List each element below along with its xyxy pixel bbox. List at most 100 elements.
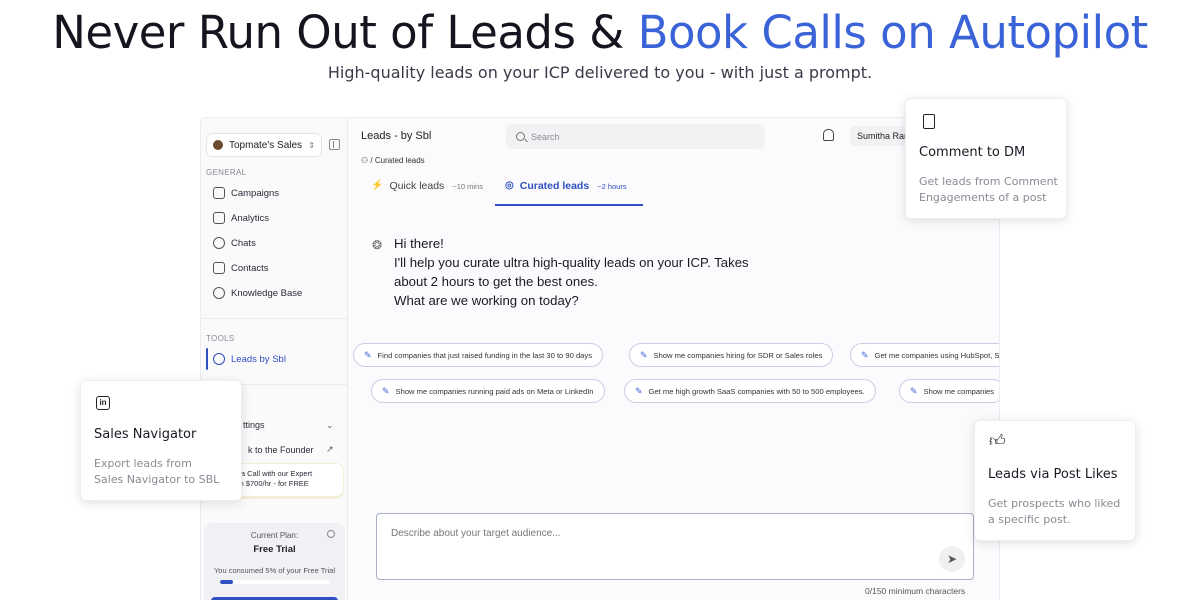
plan-label: Current Plan: [250,531,299,540]
sparkle-pen-icon: ✎ [364,349,372,360]
search-icon [516,132,525,141]
talk-to-founder-item[interactable]: k to the Founder [248,445,314,455]
card-description: Get leads from Comment Engagements of a … [919,175,1058,204]
user-plus-icon [213,353,225,365]
sparkle-pen-icon: ✎ [861,349,869,360]
settings-item[interactable]: ttings [243,420,265,430]
sidebar-item-label: Knowledge Base [231,287,303,299]
sidebar-item-label: Analytics [231,212,270,224]
suggestion-chip[interactable]: ✎ Find companies that just raised fundin… [353,343,603,367]
plan-progress-fill [220,580,234,584]
plan-consumed: You consumed 5% of your Free Trial [213,566,336,575]
brain-icon: ❂ [372,238,383,252]
sidebar-item-label: Chats [231,237,256,249]
hero-title-main: Never Run Out of Leads & [52,6,638,59]
target-icon: ◎ [505,180,514,191]
thumbs-up-icon: 👍︎ [989,433,1006,450]
user-plus-icon: ⚇ [361,156,369,165]
grid-icon [213,212,225,224]
suggestion-chip[interactable]: ✎ Show me companies [899,379,999,403]
tab-curated-leads[interactable]: ◎ Curated leads ~2 hours [505,180,627,206]
chip-label: Get me high growth SaaS companies with 5… [648,386,865,396]
card-title: Sales Navigator [94,427,197,442]
chip-label: Show me companies hiring for SDR or Sale… [653,350,823,360]
suggestion-chip[interactable]: ✎ Show me companies hiring for SDR or Sa… [629,343,834,367]
sparkle-pen-icon: ✎ [635,385,643,396]
plan-name: Free Trial [253,544,296,555]
tab-quick-leads[interactable]: ⚡ Quick leads ~10 mins [371,180,483,206]
chip-label: Find companies that just raised funding … [377,350,592,360]
message-line: about 2 hours to get the best ones. [394,274,598,289]
card-title: Leads via Post Likes [988,467,1118,482]
bolt-icon: ⚡ [371,180,384,191]
app-window: Topmate's Sales ⇕ GENERAL Campaigns Anal… [200,117,1000,600]
sidebar: Topmate's Sales ⇕ GENERAL Campaigns Anal… [201,118,348,600]
chip-label: Show me companies running paid ads on Me… [395,386,594,396]
plan-progress-track [220,580,330,584]
sidebar-item-chats[interactable]: Chats [213,233,338,253]
sidebar-item-leads-by-sbl[interactable]: Leads by Sbl [213,349,338,369]
hero-title-accent: Book Calls on Autopilot [637,6,1149,59]
workspace-switcher[interactable]: Topmate's Sales ⇕ [206,133,322,157]
tab-time: ~2 hours [597,182,627,191]
hero-subtitle: High-quality leads on your ICP delivered… [327,63,873,82]
sidebar-item-analytics[interactable]: Analytics [213,208,338,228]
brain-icon [213,287,225,299]
sparkle-pen-icon: ✎ [640,349,648,360]
search-placeholder: Search [531,131,560,142]
promo-line-1: k a Call with our Expert [235,469,313,478]
chip-label: Get me companies using HubSpot, S [874,350,1000,360]
general-section-label: GENERAL [206,168,247,177]
sidebar-item-campaigns[interactable]: Campaigns [213,183,338,203]
promo-line-2: rth $700/hr - for FREE [235,479,309,488]
chevron-down-icon: ⌄ [326,420,334,430]
sidebar-item-contacts[interactable]: Contacts [213,258,338,278]
sidebar-item-label: Leads by Sbl [231,353,286,365]
chevron-updown-icon: ⇕ [308,140,315,150]
search-bar[interactable]: Search [506,124,765,149]
bell-icon[interactable] [823,129,834,141]
breadcrumb: ⚇ / Curated leads [361,156,425,165]
hero-title: Never Run Out of Leads & Book Calls on A… [0,6,1200,59]
workspace-logo-icon [213,140,223,150]
plan-panel: Current Plan: Free Trial You consumed 5%… [204,523,345,600]
sparkle-pen-icon: ✎ [382,385,390,396]
audience-composer: ➤ [376,513,974,580]
chip-label: Show me companies [923,386,995,396]
tools-section-label: TOOLS [206,334,235,343]
feature-card-sales-navigator[interactable]: in Sales Navigator Export leads from Sal… [80,380,242,501]
tab-time: ~10 mins [452,182,483,191]
sidebar-collapse-icon[interactable] [329,139,340,150]
sidebar-item-label: Contacts [231,262,269,274]
suggestion-chip[interactable]: ✎ Get me companies using HubSpot, S [850,343,1000,367]
document-icon [923,114,935,129]
breadcrumb-separator: / [370,156,373,165]
page-title: Leads - by Sbl [361,130,432,142]
char-count: 0/150 minimum characters [865,586,966,596]
breadcrumb-current[interactable]: Curated leads [375,156,425,165]
feature-card-comment-to-dm[interactable]: Comment to DM Get leads from Comment Eng… [905,98,1067,219]
linkedin-icon: in [96,396,110,410]
message-line: What are we working on today? [394,293,579,308]
feature-card-post-likes[interactable]: 👍︎ Leads via Post Likes Get prospects wh… [974,420,1136,541]
send-icon: ➤ [946,552,958,566]
audience-input[interactable] [391,528,911,548]
message-greeting: Hi there! [394,236,444,251]
megaphone-icon [213,187,225,199]
external-link-icon: ↗ [326,444,334,454]
send-button[interactable]: ➤ [939,546,965,572]
sidebar-item-knowledge-base[interactable]: Knowledge Base [213,283,338,303]
card-title: Comment to DM [919,145,1026,160]
card-description: Get prospects who liked a specific post. [988,497,1121,526]
chat-icon [213,237,225,249]
suggestion-chip[interactable]: ✎ Show me companies running paid ads on … [371,379,605,403]
tab-label: Curated leads [519,180,590,192]
workspace-name: Topmate's Sales [229,139,303,151]
message-line: I'll help you curate ultra high-quality … [394,255,749,270]
tab-active-underline [495,204,643,206]
sidebar-item-label: Campaigns [231,187,280,199]
assistant-message: Hi there! I'll help you curate ultra hig… [394,234,774,310]
suggestion-chip[interactable]: ✎ Get me high growth SaaS companies with… [624,379,876,403]
sparkle-pen-icon: ✎ [910,385,918,396]
active-indicator [206,348,208,370]
